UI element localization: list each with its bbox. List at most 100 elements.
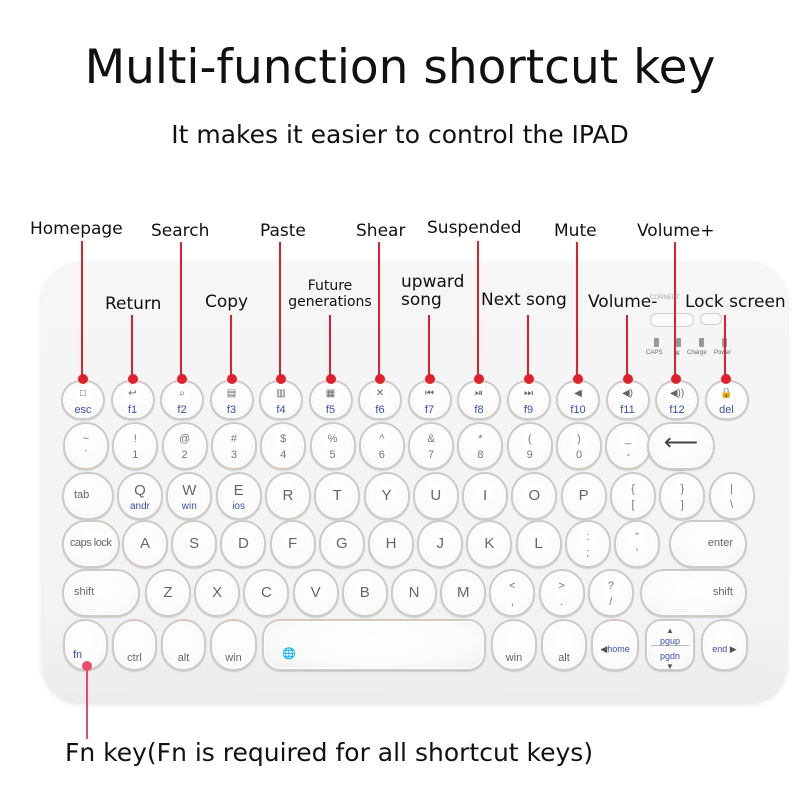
key-sym[interactable]: {[: [610, 472, 656, 520]
key-o[interactable]: O: [511, 472, 558, 520]
home-key[interactable]: ◀home: [591, 619, 639, 671]
key-j[interactable]: J: [417, 520, 464, 568]
enter-key[interactable]: enter: [669, 520, 747, 568]
key-f8[interactable]: ⏯ f8: [457, 380, 501, 420]
pointer-line-homepage: [81, 241, 83, 379]
os-mode-label: andr: [129, 501, 150, 512]
key-f6[interactable]: ✕ f6: [358, 380, 402, 420]
alt-left-key[interactable]: alt: [161, 619, 206, 671]
key-0[interactable]: ) 0: [556, 422, 602, 470]
key-u[interactable]: U: [412, 472, 459, 520]
backspace-key[interactable]: ⟵: [647, 422, 715, 470]
pointer-dot-esc: [78, 374, 88, 384]
play-pause-icon: ⏯: [475, 388, 483, 399]
key-label: end: [712, 644, 728, 654]
key-sym[interactable]: | \: [708, 472, 755, 520]
key-sym[interactable]: <,: [489, 569, 536, 617]
key-e[interactable]: Eios: [215, 472, 262, 520]
ctrl-key[interactable]: ctrl: [112, 619, 157, 671]
key-x[interactable]: X: [194, 569, 241, 617]
key-f[interactable]: F: [269, 520, 316, 568]
key-del[interactable]: 🔒 del: [704, 380, 749, 420]
key-symbol: 3: [230, 449, 237, 461]
key-a[interactable]: A: [122, 520, 168, 568]
key-w[interactable]: Wwin: [166, 472, 213, 520]
key-d[interactable]: D: [220, 520, 267, 568]
key-symbol: 2: [181, 449, 188, 461]
key-7[interactable]: & 7: [408, 422, 455, 470]
key-s[interactable]: S: [171, 520, 218, 568]
annotation-upward-line1: upward: [401, 272, 465, 292]
key-6[interactable]: ^ 6: [358, 422, 405, 470]
pointer-dot-f4: [276, 374, 286, 384]
key-z[interactable]: Z: [145, 569, 191, 617]
caps-lock-key[interactable]: caps lock: [62, 520, 120, 568]
key-f11[interactable]: ◀) f11: [605, 380, 650, 420]
key-3[interactable]: #3: [210, 422, 257, 470]
key-f4[interactable]: ▥ f4: [259, 380, 303, 420]
annotation-future-line1: Future: [307, 278, 353, 294]
pointer-dot-f8: [474, 374, 484, 384]
charge-led: [699, 338, 704, 347]
key-shift-symbol: <: [509, 580, 516, 592]
key-5[interactable]: % 5: [309, 422, 356, 470]
key-4[interactable]: $4: [260, 422, 307, 470]
space-key[interactable]: 🌐: [262, 619, 486, 671]
key-8[interactable]: * 8: [457, 422, 504, 470]
key-k[interactable]: K: [466, 520, 513, 568]
key-symbol: 4: [280, 449, 287, 461]
key-2[interactable]: @2: [161, 422, 208, 470]
key-i[interactable]: I: [462, 472, 509, 520]
pointer-line-shear: [378, 242, 380, 379]
tab-key[interactable]: tab: [62, 472, 114, 520]
pgup-pgdn-key[interactable]: ▲ pgup pgdn ▼: [645, 619, 695, 671]
key-f7[interactable]: ⏮ f7: [407, 380, 452, 420]
key-esc[interactable]: □ esc: [61, 380, 105, 420]
key-r[interactable]: R: [264, 472, 311, 520]
key-t[interactable]: T: [314, 472, 361, 520]
key-f3[interactable]: ▤ f3: [209, 380, 254, 420]
key-sym[interactable]: ~ `: [63, 422, 109, 470]
key-b[interactable]: B: [341, 569, 388, 617]
end-key[interactable]: end ▶: [701, 619, 748, 671]
paste-icon: ▥: [276, 388, 286, 399]
key-c[interactable]: C: [243, 569, 290, 617]
key-g[interactable]: G: [318, 520, 365, 568]
key-label: home: [607, 644, 630, 654]
key-f2[interactable]: ⌕ f2: [160, 380, 204, 420]
key-1[interactable]: ! 1: [112, 422, 159, 470]
key-p[interactable]: P: [560, 472, 607, 520]
annotation-search: Search: [151, 221, 210, 241]
key-l[interactable]: L: [515, 520, 562, 568]
key-f10[interactable]: ◀ f10: [556, 380, 600, 420]
key-sym[interactable]: _ -: [605, 422, 652, 470]
key-q[interactable]: Qandr: [117, 472, 163, 520]
key-sym[interactable]: >.: [538, 569, 585, 617]
connect-button[interactable]: [650, 313, 694, 327]
key-sym[interactable]: ? /: [587, 569, 634, 617]
key-sym[interactable]: }]: [659, 472, 706, 520]
key-label: f10: [570, 404, 586, 416]
key-f1[interactable]: ↩ f1: [110, 380, 155, 420]
key-label: f7: [424, 404, 435, 416]
win-right-key[interactable]: win: [491, 619, 537, 671]
key-f5[interactable]: ▦ f5: [308, 380, 353, 420]
key-m[interactable]: M: [440, 569, 487, 617]
alt-right-key[interactable]: alt: [541, 619, 587, 671]
power-switch[interactable]: [700, 313, 722, 325]
key-label: shift: [712, 586, 733, 598]
key-shift-symbol: %: [327, 433, 338, 445]
key-h[interactable]: H: [368, 520, 414, 568]
key-n[interactable]: N: [391, 569, 437, 617]
key-sym[interactable]: :;: [564, 520, 611, 568]
key-y[interactable]: Y: [363, 472, 410, 520]
key-sym[interactable]: " ': [614, 520, 660, 568]
right-shift-key[interactable]: shift: [640, 569, 747, 617]
annotation-copy: Copy: [205, 292, 249, 312]
key-9[interactable]: (9: [506, 422, 553, 470]
key-f12[interactable]: ◀)) f12: [655, 380, 699, 420]
key-f9[interactable]: ⏭ f9: [506, 380, 551, 420]
win-left-key[interactable]: win: [210, 619, 257, 671]
left-shift-key[interactable]: shift: [62, 569, 140, 617]
key-v[interactable]: V: [292, 569, 339, 617]
